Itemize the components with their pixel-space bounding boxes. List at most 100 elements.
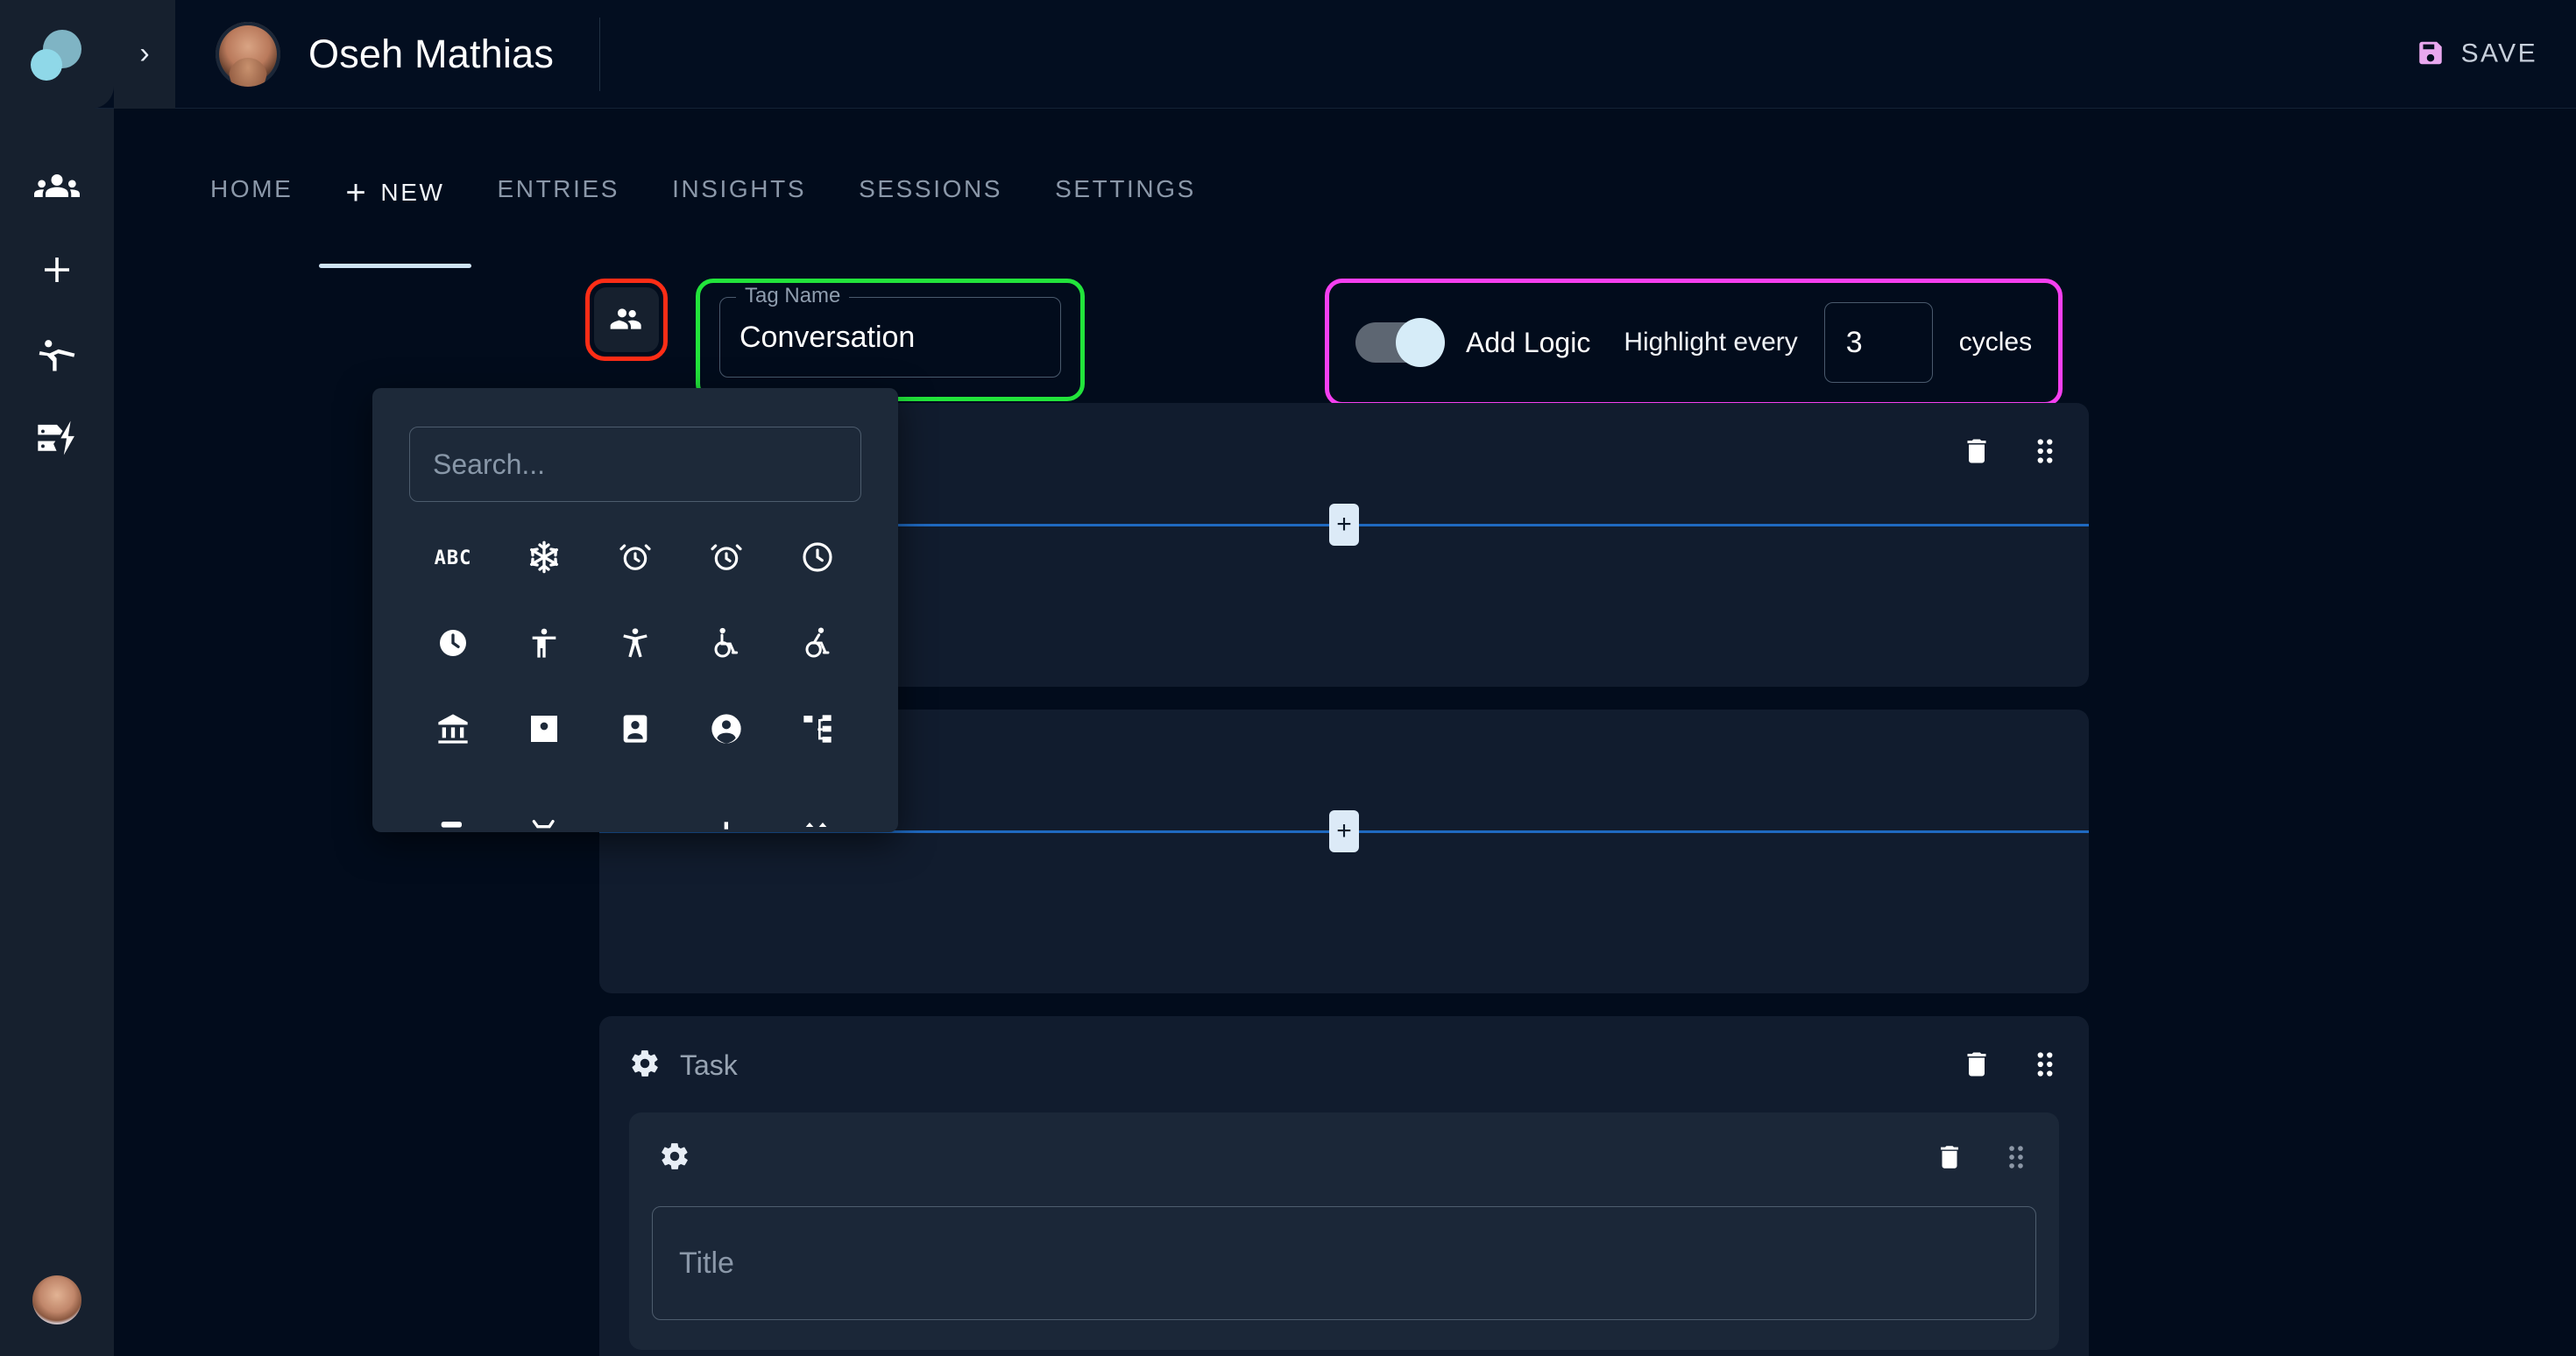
gear-settings-icon [659, 1141, 690, 1176]
trash-delete-icon [1961, 435, 1992, 470]
tag-name-legend: Tag Name [736, 284, 850, 308]
tab-home[interactable]: HOME [184, 163, 319, 215]
card-tools [1961, 435, 2059, 470]
clock-outline-icon [800, 540, 835, 577]
delete-nested-button[interactable] [1935, 1142, 1964, 1175]
delete-card-button[interactable] [1961, 1049, 1992, 1083]
tab-new[interactable]: + NEW [319, 163, 471, 268]
icon-option-badge[interactable] [590, 702, 681, 758]
tag-name-value: Conversation [740, 320, 916, 354]
tab-sessions[interactable]: SESSIONS [832, 163, 1029, 215]
cycles-input[interactable]: 3 [1823, 302, 1933, 383]
sidebar-item-add[interactable] [0, 230, 114, 314]
highlight-every-label: Highlight every [1624, 328, 1798, 357]
drag-handle-dots-icon [2031, 1049, 2059, 1083]
icon-option-alarm[interactable] [590, 530, 681, 586]
partial-row-icon-2 [527, 797, 562, 833]
sidebar-item-tags[interactable] [0, 398, 114, 482]
account-circle-icon [709, 711, 744, 749]
add-logic-toggle[interactable] [1355, 318, 1445, 367]
icon-option-partial-2[interactable] [499, 787, 590, 832]
nested-card-header [652, 1135, 2036, 1176]
account-tree-icon [800, 711, 835, 749]
clock-filled-icon [435, 625, 471, 663]
sidebar-item-activity[interactable] [0, 314, 114, 398]
icon-option-partial-3[interactable] [590, 787, 681, 832]
partial-row-icon-4 [709, 797, 744, 833]
account-box-icon [527, 711, 562, 749]
icon-option-wheelchair-moving[interactable] [772, 616, 863, 672]
top-bar: › Oseh Mathias SAVE [0, 0, 2576, 109]
icon-option-wheelchair[interactable] [681, 616, 772, 672]
tag-name-highlight: Tag Name Conversation [696, 279, 1085, 401]
nested-block-card [629, 1112, 2059, 1350]
sidebar-item-groups[interactable] [0, 145, 114, 230]
martial-arts-figure-icon [34, 331, 80, 381]
tags-lightning-icon [34, 415, 80, 465]
tab-settings-label: SETTINGS [1055, 175, 1196, 202]
snowflake-ac-icon [527, 540, 562, 577]
tag-icon-button[interactable] [594, 287, 659, 352]
overlapping-circles-logo-icon [31, 28, 83, 81]
gear-settings-icon [629, 1048, 661, 1084]
icon-search-input[interactable] [409, 427, 861, 502]
toggle-knob [1396, 318, 1445, 367]
alarm-icon [618, 540, 653, 577]
icon-option-accessible-person[interactable] [499, 616, 590, 672]
delete-card-button[interactable] [1961, 435, 1992, 470]
tag-name-field[interactable]: Tag Name Conversation [719, 284, 1061, 378]
card-title: Task [680, 1049, 738, 1081]
save-button[interactable]: SAVE [2416, 38, 2537, 70]
avatar[interactable] [216, 21, 280, 87]
accessibility-new-icon [618, 625, 653, 663]
icon-option-account-balance[interactable] [407, 702, 499, 758]
badge-contact-icon [618, 711, 653, 749]
builder-card-task: Task Title [599, 1016, 2089, 1356]
wheelchair-icon [709, 625, 744, 663]
icon-option-accessibility-new[interactable] [590, 616, 681, 672]
main-tabs: HOME + NEW ENTRIES INSIGHTS SESSIONS SET… [184, 163, 1222, 268]
trash-delete-icon [1935, 1142, 1964, 1175]
icon-option-abc[interactable]: ABC [407, 530, 499, 586]
icon-option-snowflake[interactable] [499, 530, 590, 586]
icon-option-clock-outline[interactable] [772, 530, 863, 586]
floppy-disk-save-icon [2416, 38, 2445, 70]
app-logo[interactable] [0, 0, 114, 109]
trash-delete-icon [1961, 1049, 1992, 1083]
icon-option-account-circle[interactable] [681, 702, 772, 758]
icon-option-partial-5[interactable] [772, 787, 863, 832]
icon-option-account-box[interactable] [499, 702, 590, 758]
icon-option-partial-1[interactable] [407, 787, 499, 832]
tab-entries[interactable]: ENTRIES [471, 163, 647, 215]
icon-option-alarm-on[interactable] [681, 530, 772, 586]
card-tools [1961, 1049, 2059, 1083]
tab-home-label: HOME [210, 175, 294, 202]
add-logic-label: Add Logic [1466, 326, 1591, 358]
drag-handle-button[interactable] [2031, 1049, 2059, 1083]
icon-picker-panel: ABC [372, 388, 898, 832]
tag-config-row: Tag Name Conversation [585, 279, 1085, 401]
chevron-right-icon[interactable]: › [114, 0, 175, 109]
abc-text-icon: ABC [434, 547, 472, 569]
tab-settings[interactable]: SETTINGS [1029, 163, 1222, 215]
drag-handle-button[interactable] [2031, 435, 2059, 470]
tag-icon-highlight [585, 279, 668, 361]
icon-option-clock-filled[interactable] [407, 616, 499, 672]
tab-new-label: NEW [380, 179, 445, 206]
icon-option-partial-4[interactable] [681, 787, 772, 832]
tab-insights[interactable]: INSIGHTS [646, 163, 832, 215]
plus-icon: + [345, 173, 369, 212]
tab-insights-label: INSIGHTS [672, 175, 807, 202]
add-logic-highlight: Add Logic Highlight every 3 cycles [1325, 279, 2063, 406]
add-block-button[interactable]: + [1329, 810, 1359, 852]
save-button-label: SAVE [2460, 39, 2537, 68]
drag-nested-button[interactable] [2003, 1142, 2029, 1175]
plus-icon [36, 249, 78, 295]
partial-row-icon-1 [435, 797, 471, 833]
title-input[interactable] [652, 1206, 2036, 1320]
groups-people-icon [34, 163, 80, 213]
icon-option-account-tree[interactable] [772, 702, 863, 758]
add-block-button[interactable]: + [1329, 504, 1359, 546]
profile-avatar[interactable] [32, 1275, 81, 1324]
partial-row-icon-5 [800, 797, 835, 833]
